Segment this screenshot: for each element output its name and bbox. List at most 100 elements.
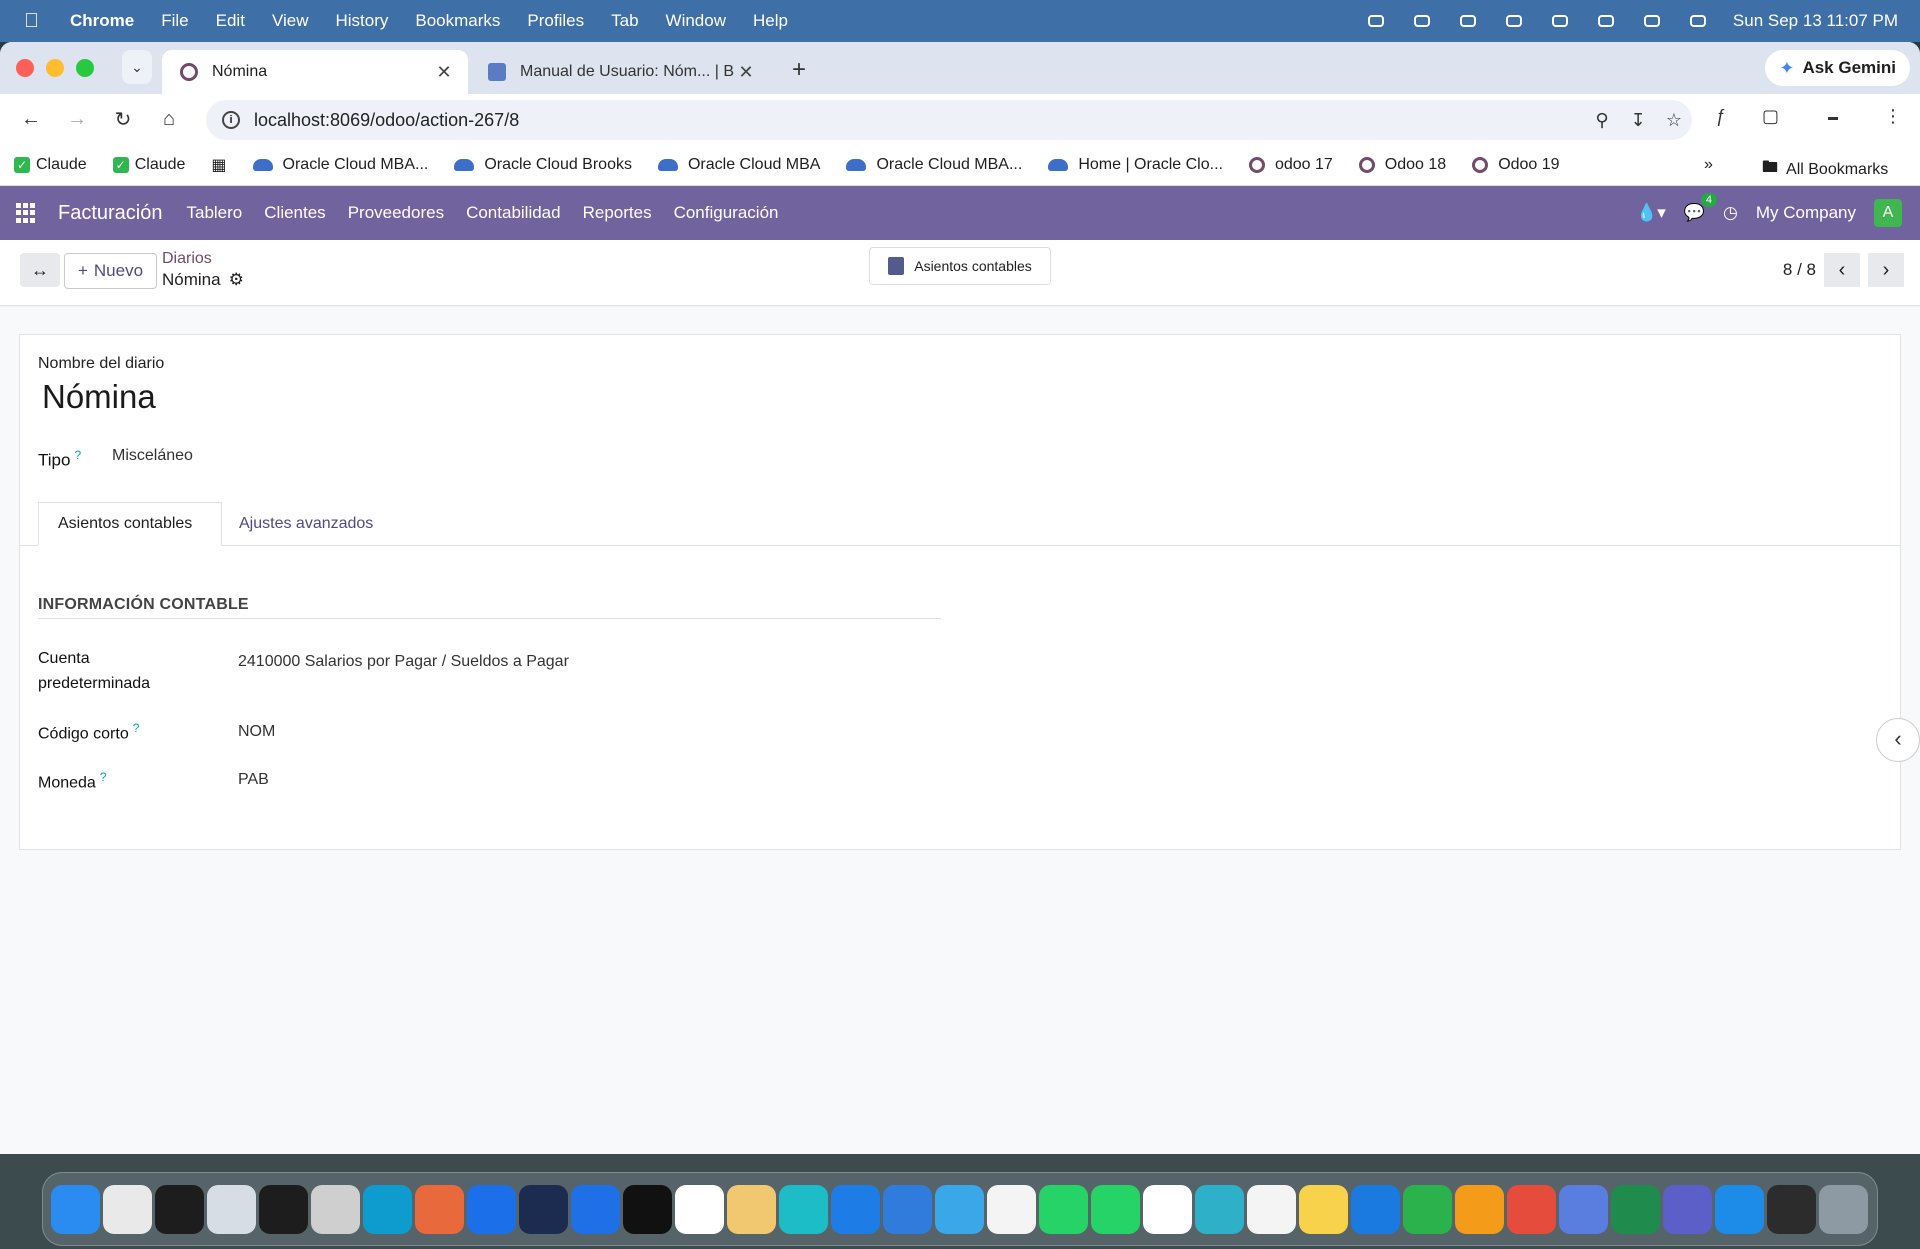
bookmark-odoo-18[interactable]: Odoo 18 [1358, 156, 1446, 174]
dock-app-icon[interactable] [207, 1184, 256, 1234]
dock-app-icon[interactable] [1611, 1184, 1660, 1234]
apps-menu-icon[interactable] [16, 203, 36, 223]
dock-app-icon[interactable] [1247, 1184, 1296, 1234]
bookmark-odoo-17[interactable]: odoo 17 [1248, 156, 1333, 174]
user-avatar[interactable]: A [1874, 199, 1902, 227]
dock-app-icon[interactable] [415, 1184, 464, 1234]
bookmark-oracle-2[interactable]: Oracle Cloud MBA... [846, 156, 1022, 174]
menu-proveedores[interactable]: Proveedores [348, 203, 444, 223]
expand-toggle-icon[interactable]: ↔ [20, 253, 60, 287]
new-button[interactable]: + Nuevo [64, 253, 157, 289]
dock-app-icon[interactable] [675, 1184, 724, 1234]
company-switcher[interactable]: My Company [1756, 203, 1856, 223]
dock-app-icon[interactable] [363, 1184, 412, 1234]
dock-app-icon[interactable] [519, 1184, 568, 1234]
dock-app-icon[interactable] [259, 1184, 308, 1234]
dock-app-icon[interactable] [467, 1184, 516, 1234]
menu-window[interactable]: Window [666, 11, 726, 31]
tab-manual[interactable]: Manual de Usuario: Nóm... | B ✕ [470, 50, 770, 94]
window-manager-icon[interactable] [1503, 12, 1525, 30]
pager-next-icon[interactable]: › [1868, 253, 1904, 287]
activity-clock-icon[interactable]: ◷ [1723, 203, 1738, 223]
debug-drop-icon[interactable]: 💧▾ [1636, 203, 1666, 223]
ask-gemini-button[interactable]: ✦ Ask Gemini [1765, 50, 1910, 86]
install-app-icon[interactable]: ↧ [1620, 110, 1656, 131]
dock-app-icon[interactable] [935, 1184, 984, 1234]
minimize-window-button[interactable] [46, 59, 64, 77]
bookmark-oracle-home[interactable]: Home | Oracle Clo... [1048, 156, 1223, 174]
dock-app-icon[interactable] [1559, 1184, 1608, 1234]
dock-app-icon[interactable] [1091, 1184, 1140, 1234]
menu-profiles[interactable]: Profiles [527, 11, 584, 31]
menu-bookmarks[interactable]: Bookmarks [415, 11, 500, 31]
menu-edit[interactable]: Edit [216, 11, 245, 31]
pager-previous-icon[interactable]: ‹ [1824, 253, 1860, 287]
battery-icon[interactable] [1595, 12, 1617, 30]
dock-app-icon[interactable] [1299, 1184, 1348, 1234]
bookmark-odoo-19[interactable]: Odoo 19 [1472, 156, 1560, 174]
close-tab-icon[interactable]: ✕ [432, 62, 456, 83]
dock-app-icon[interactable] [1767, 1184, 1816, 1234]
close-tab-icon[interactable]: ✕ [734, 62, 758, 83]
dock-app-icon[interactable] [1715, 1184, 1764, 1234]
short-code-field[interactable]: NOM [238, 723, 275, 741]
dock-app-icon[interactable] [727, 1184, 776, 1234]
wifi-icon[interactable] [1549, 12, 1571, 30]
menu-tab[interactable]: Tab [611, 11, 638, 31]
extensions-puzzle-icon[interactable]: ▢ [1762, 106, 1779, 127]
profile-extension-icon[interactable]: ▬ [1828, 112, 1838, 123]
breadcrumb-diarios[interactable]: Diarios [162, 250, 244, 268]
forward-button[interactable]: → [54, 108, 100, 131]
dock-app-icon[interactable] [1455, 1184, 1504, 1234]
control-center-icon[interactable] [1687, 12, 1709, 30]
dock-app-icon[interactable] [1143, 1184, 1192, 1234]
bookmark-star-icon[interactable]: ☆ [1656, 110, 1692, 131]
spotlight-icon[interactable] [1641, 12, 1663, 30]
type-field[interactable]: Misceláneo [112, 447, 193, 465]
menu-reportes[interactable]: Reportes [583, 203, 652, 223]
dock-app-icon[interactable] [1039, 1184, 1088, 1234]
more-bookmarks-icon[interactable]: » [1704, 156, 1713, 174]
menu-tablero[interactable]: Tablero [187, 203, 243, 223]
dock-app-icon[interactable] [1351, 1184, 1400, 1234]
dropbox-status-icon[interactable] [1457, 12, 1479, 30]
menu-clientes[interactable]: Clientes [264, 203, 325, 223]
bookmark-oracle-brooks[interactable]: Oracle Cloud Brooks [454, 156, 632, 174]
menu-configuracion[interactable]: Configuración [674, 203, 779, 223]
dock-app-icon[interactable] [1403, 1184, 1452, 1234]
reload-button[interactable]: ↻ [100, 107, 146, 132]
menu-help[interactable]: Help [753, 11, 788, 31]
tab-search-button[interactable]: ⌄ [122, 50, 152, 84]
journal-entries-smart-button[interactable]: Asientos contables [869, 247, 1051, 285]
dock-app-icon[interactable] [987, 1184, 1036, 1234]
fullscreen-window-button[interactable] [76, 59, 94, 77]
bookmark-claude-2[interactable]: ✓ Claude [112, 156, 185, 174]
dock-app-icon[interactable] [1663, 1184, 1712, 1234]
dock-app-icon[interactable] [571, 1184, 620, 1234]
dock-app-icon[interactable] [51, 1184, 100, 1234]
tab-asientos-contables[interactable]: Asientos contables [38, 502, 222, 546]
menu-contabilidad[interactable]: Contabilidad [466, 203, 561, 223]
dock-app-icon[interactable] [831, 1184, 880, 1234]
apps-grid-icon[interactable]: ▦ [211, 155, 226, 175]
back-button[interactable]: ← [8, 108, 54, 131]
journal-name-field[interactable]: Nómina [42, 378, 156, 416]
tab-nomina[interactable]: Nómina ✕ [162, 50, 468, 94]
menu-app-chrome[interactable]: Chrome [70, 11, 134, 31]
currency-field[interactable]: PAB [238, 771, 269, 789]
menu-history[interactable]: History [335, 11, 388, 31]
dock-app-icon[interactable] [623, 1184, 672, 1234]
menubar-clock[interactable]: Sun Sep 13 11:07 PM [1733, 11, 1898, 31]
app-brand[interactable]: Facturación [58, 202, 163, 225]
bookmark-oracle-1[interactable]: Oracle Cloud MBA... [252, 156, 428, 174]
site-info-icon[interactable]: i [222, 111, 240, 129]
zoom-icon[interactable]: ⚲ [1584, 110, 1620, 131]
dock-app-icon[interactable] [103, 1184, 152, 1234]
home-button[interactable]: ⌂ [146, 108, 192, 131]
close-window-button[interactable] [16, 59, 34, 77]
pager-value[interactable]: 8 / 8 [1783, 260, 1816, 280]
dock-app-icon[interactable] [779, 1184, 828, 1234]
status-app-icon[interactable] [1365, 12, 1387, 30]
dock-app-icon[interactable] [311, 1184, 360, 1234]
bookmark-oracle-mba[interactable]: Oracle Cloud MBA [657, 156, 820, 174]
